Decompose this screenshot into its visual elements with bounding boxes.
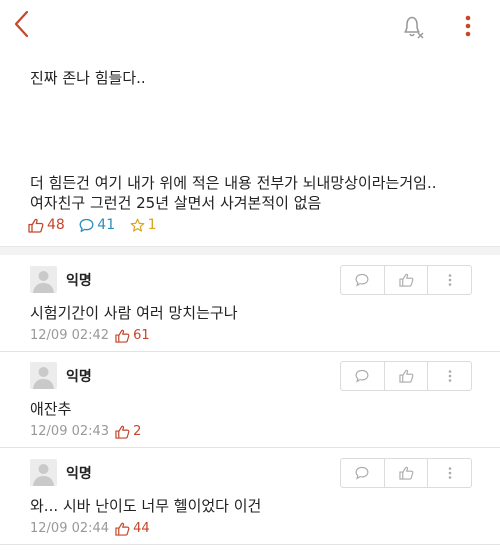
- comment-like-count: 44: [115, 521, 150, 536]
- thumbs-up-icon: [115, 522, 130, 536]
- comment-item: 익명 애잔추 12/09 02:43 2: [0, 358, 500, 453]
- comment-more-button[interactable]: [427, 362, 471, 390]
- comment-like-count: 2: [115, 424, 141, 439]
- reply-button[interactable]: [341, 362, 384, 390]
- comment-time: 12/09 02:44: [30, 521, 110, 536]
- comment-text: 시험기간이 사람 여러 망치는구나: [30, 304, 238, 322]
- comment-author: 익명: [66, 466, 92, 482]
- chevron-left-icon: [14, 10, 29, 38]
- avatar: [30, 266, 57, 293]
- avatar: [30, 459, 57, 486]
- section-divider: [0, 246, 500, 255]
- post-body-line: 더 힘든건 여기 내가 위에 적은 내용 전부가 뇌내망상이라는거임..: [30, 174, 437, 192]
- star-icon: [130, 218, 144, 232]
- reply-button[interactable]: [341, 266, 384, 294]
- thumbs-up-icon: [398, 466, 413, 480]
- post-comment-value: 41: [97, 217, 116, 233]
- comment-actions: [340, 265, 472, 295]
- divider: [0, 351, 500, 352]
- post-stats: 48 41 1: [28, 217, 166, 239]
- comment-meta: 12/09 02:42 61: [30, 328, 150, 343]
- comment-meta: 12/09 02:44 44: [30, 521, 150, 536]
- comment-item: 익명 와... 시바 난이도 너무 헬이었다 이건 12/09 02:44 44: [0, 455, 500, 550]
- post-scrap-value: 1: [147, 217, 157, 233]
- comment-item: 익명 시험기간이 사람 여러 망치는구나 12/09 02:42 61: [0, 262, 500, 357]
- divider: [0, 447, 500, 448]
- default-avatar-icon: [30, 459, 57, 486]
- comment-like-value: 44: [133, 521, 150, 536]
- vertical-dots-icon: [448, 467, 451, 479]
- speech-bubble-icon: [355, 466, 369, 480]
- thumbs-up-icon: [115, 425, 130, 439]
- thumbs-up-icon: [398, 273, 413, 287]
- bell-off-icon: [404, 16, 424, 39]
- post-like-value: 48: [47, 217, 65, 233]
- comment-text: 애잔추: [30, 400, 72, 418]
- speech-bubble-icon: [355, 369, 369, 383]
- comment-more-button[interactable]: [427, 266, 471, 294]
- comment-text: 와... 시바 난이도 너무 헬이었다 이건: [30, 497, 262, 515]
- comment-meta: 12/09 02:43 2: [30, 424, 141, 439]
- comment-author: 익명: [66, 273, 92, 289]
- vertical-dots-icon: [465, 15, 471, 37]
- default-avatar-icon: [30, 362, 57, 389]
- post-scrap-count: 1: [130, 217, 157, 233]
- like-button[interactable]: [383, 362, 428, 390]
- post-body-line: 여자친구 그런건 25년 살면서 사겨본적이 없음: [30, 194, 322, 212]
- post-body-line: 진짜 존나 힘들다..: [30, 69, 146, 87]
- speech-bubble-icon: [355, 273, 369, 287]
- comment-actions: [340, 458, 472, 488]
- vertical-dots-icon: [448, 274, 451, 286]
- notification-toggle-button[interactable]: [398, 12, 428, 42]
- thumbs-up-icon: [115, 329, 130, 343]
- avatar: [30, 362, 57, 389]
- comment-more-button[interactable]: [427, 459, 471, 487]
- default-avatar-icon: [30, 266, 57, 293]
- vertical-dots-icon: [448, 370, 451, 382]
- like-button[interactable]: [383, 459, 428, 487]
- speech-bubble-icon: [79, 218, 94, 232]
- reply-button[interactable]: [341, 459, 384, 487]
- comment-time: 12/09 02:42: [30, 328, 110, 343]
- top-bar: [0, 0, 500, 50]
- divider: [0, 544, 500, 545]
- comment-like-value: 2: [133, 424, 142, 439]
- more-options-button[interactable]: [458, 12, 478, 42]
- comment-like-value: 61: [133, 328, 150, 343]
- thumbs-up-icon: [398, 369, 413, 383]
- back-button[interactable]: [10, 8, 36, 42]
- comment-like-count: 61: [115, 328, 150, 343]
- comment-actions: [340, 361, 472, 391]
- comment-time: 12/09 02:43: [30, 424, 110, 439]
- comment-author: 익명: [66, 369, 92, 385]
- thumbs-up-icon: [28, 218, 44, 233]
- like-button[interactable]: [383, 266, 428, 294]
- post-comment-count: 41: [79, 217, 115, 233]
- post-like-count: 48: [28, 217, 65, 233]
